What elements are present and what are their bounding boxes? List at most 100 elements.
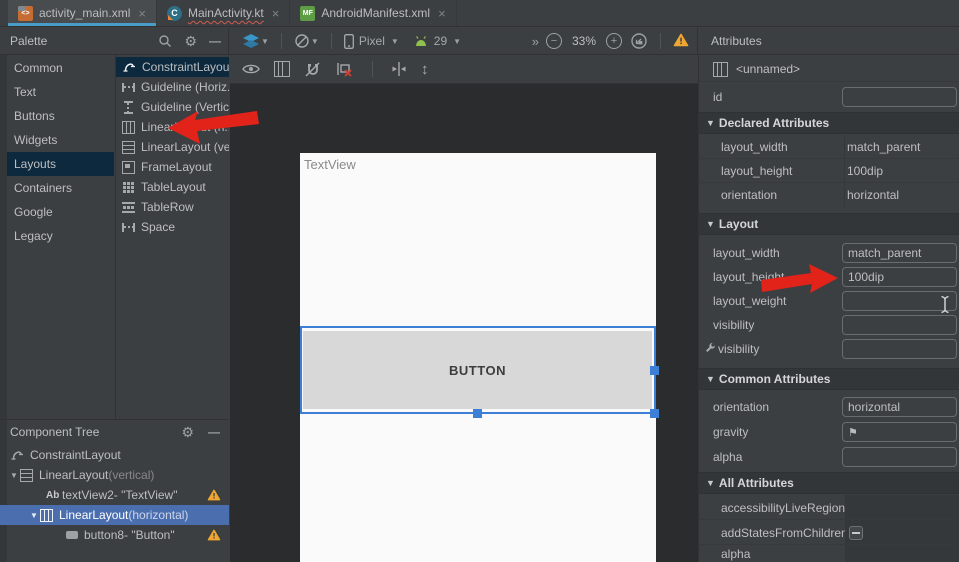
- hide-panel-icon[interactable]: —: [208, 425, 219, 439]
- zoom-out-button[interactable]: −: [546, 33, 562, 49]
- design-blueprint-selector-icon[interactable]: ▼: [243, 34, 269, 49]
- device-canvas[interactable]: TextView BUTTON: [300, 153, 656, 562]
- attr-row: layout_width: [699, 241, 959, 265]
- zoom-in-button[interactable]: +: [606, 33, 622, 49]
- hide-panel-icon[interactable]: —: [209, 34, 220, 48]
- palette-item-framelayout[interactable]: FrameLayout: [116, 157, 229, 177]
- warning-icon[interactable]: [207, 529, 221, 544]
- zoom-level: 33%: [572, 34, 596, 48]
- tree-node-textview2[interactable]: Ab textView2- "TextView": [0, 485, 229, 505]
- alpha-input[interactable]: [842, 447, 957, 467]
- palette-category-widgets[interactable]: Widgets: [7, 128, 114, 152]
- palette-category-text[interactable]: Text: [7, 80, 114, 104]
- palette-category-layouts[interactable]: Layouts: [7, 152, 114, 176]
- palette-item-tablerow[interactable]: TableRow: [116, 197, 229, 217]
- gear-icon[interactable]: ⚙: [181, 424, 194, 441]
- manifest-file-icon: MF: [300, 6, 315, 21]
- overflow-chevron-icon[interactable]: »: [532, 34, 538, 49]
- palette-category-buttons[interactable]: Buttons: [7, 104, 114, 128]
- view-options-eye-icon[interactable]: [242, 63, 260, 75]
- resize-handle-right[interactable]: [650, 366, 659, 375]
- close-icon[interactable]: ×: [272, 6, 280, 21]
- tools-visibility-input[interactable]: [842, 339, 957, 359]
- orientation-columns-icon[interactable]: [274, 61, 290, 77]
- device-selector[interactable]: Pixel ▼: [344, 34, 399, 49]
- editor-tab-bar: <> activity_main.xml × C MainActivity.kt…: [0, 0, 959, 27]
- palette-item-tablelayout[interactable]: TableLayout: [116, 177, 229, 197]
- tab-activity-main-xml[interactable]: <> activity_main.xml ×: [8, 0, 157, 26]
- tab-label: AndroidManifest.xml: [321, 6, 430, 20]
- tree-node-linearlayout-horizontal[interactable]: ▼ LinearLayout(horizontal): [0, 505, 229, 525]
- attr-row: orientation horizontal: [699, 183, 959, 207]
- layout-width-input[interactable]: [842, 243, 957, 263]
- gear-icon[interactable]: ⚙: [184, 33, 197, 50]
- close-icon[interactable]: ×: [138, 6, 146, 21]
- attr-value[interactable]: 100dip: [847, 164, 883, 178]
- close-icon[interactable]: ×: [438, 6, 446, 21]
- attr-value-cell[interactable]: [845, 495, 959, 520]
- attr-value[interactable]: match_parent: [847, 140, 920, 154]
- expand-arrow-icon[interactable]: ▼: [28, 511, 40, 520]
- palette-category-legacy[interactable]: Legacy: [7, 224, 114, 248]
- linearlayout-horizontal-icon: [40, 509, 53, 522]
- autoconnect-off-magnet-icon[interactable]: [304, 61, 322, 78]
- expand-arrow-icon[interactable]: ▼: [8, 471, 20, 480]
- android-icon: [413, 36, 429, 47]
- id-input[interactable]: [842, 87, 957, 107]
- layout-weight-input[interactable]: [842, 291, 957, 311]
- framelayout-icon: [122, 161, 135, 174]
- tree-node-linearlayout-vertical[interactable]: ▼ LinearLayout(vertical): [0, 465, 229, 485]
- orientation-input[interactable]: [842, 397, 957, 417]
- layout-height-input[interactable]: [842, 267, 957, 287]
- attr-value[interactable]: horizontal: [847, 188, 899, 202]
- tree-node-constraintlayout[interactable]: ConstraintLayout: [0, 445, 229, 465]
- attr-value-cell[interactable]: [845, 545, 959, 562]
- visibility-input[interactable]: [842, 315, 957, 335]
- section-all-attributes[interactable]: ▼ All Attributes: [699, 472, 959, 494]
- warning-icon[interactable]: [207, 489, 221, 504]
- section-declared-attributes[interactable]: ▼ Declared Attributes: [699, 112, 959, 134]
- clear-constraints-icon[interactable]: [336, 61, 354, 78]
- tab-mainactivity-kt[interactable]: C MainActivity.kt ×: [157, 0, 290, 26]
- tablerow-icon: [122, 201, 135, 214]
- attr-row: visibility: [699, 313, 959, 337]
- tree-node-button8[interactable]: button8- "Button": [0, 525, 229, 545]
- layout-xml-file-icon: <>: [18, 6, 33, 21]
- zoom-to-fit-icon[interactable]: [630, 32, 648, 50]
- search-icon[interactable]: [158, 34, 172, 48]
- selection-outline[interactable]: [300, 326, 656, 414]
- palette-category-containers[interactable]: Containers: [7, 176, 114, 200]
- textview-widget[interactable]: TextView: [304, 157, 356, 172]
- linearlayout-vertical-icon: [122, 141, 135, 154]
- palette-item-space[interactable]: Space: [116, 217, 229, 237]
- section-layout[interactable]: ▼ Layout: [699, 213, 959, 235]
- palette-item-linearlayout-vertical[interactable]: LinearLayout (ve...: [116, 137, 229, 157]
- resize-handle-bottom[interactable]: [473, 409, 482, 418]
- attr-row: orientation: [699, 395, 959, 419]
- warning-indicator-icon[interactable]: [673, 33, 689, 50]
- palette-item-linearlayout-horizontal[interactable]: LinearLayout (h...: [116, 117, 229, 137]
- align-horizontal-center-icon[interactable]: [391, 61, 407, 77]
- palette-item-guideline-horizontal[interactable]: Guideline (Horiz...: [116, 77, 229, 97]
- indeterminate-checkbox[interactable]: [849, 526, 863, 540]
- palette-category-google[interactable]: Google: [7, 200, 114, 224]
- orientation-icon[interactable]: ▼: [294, 33, 319, 49]
- tab-androidmanifest-xml[interactable]: MF AndroidManifest.xml ×: [290, 0, 456, 26]
- palette-item-guideline-vertical[interactable]: Guideline (Vertic...: [116, 97, 229, 117]
- guideline-horizontal-icon: [122, 83, 135, 92]
- section-common-attributes[interactable]: ▼ Common Attributes: [699, 368, 959, 390]
- kotlin-class-file-icon: C: [167, 6, 182, 21]
- attr-row: alpha: [699, 545, 959, 562]
- palette-item-constraintlayout[interactable]: ConstraintLayout: [116, 57, 229, 77]
- palette-panel: Common Text Buttons Widgets Layouts Cont…: [0, 55, 229, 562]
- collapse-arrow-icon: ▼: [706, 118, 715, 128]
- palette-category-common[interactable]: Common: [7, 56, 114, 80]
- api-selector[interactable]: 29 ▼: [413, 34, 461, 48]
- collapse-arrow-icon: ▼: [706, 478, 715, 488]
- expand-vertical-icon[interactable]: ↕: [421, 61, 429, 78]
- collapse-arrow-icon: ▼: [706, 374, 715, 384]
- linearlayout-horizontal-icon: [713, 62, 728, 77]
- gravity-input[interactable]: ⚑: [842, 422, 957, 442]
- guideline-vertical-icon: [124, 101, 133, 114]
- resize-handle-corner[interactable]: [650, 409, 659, 418]
